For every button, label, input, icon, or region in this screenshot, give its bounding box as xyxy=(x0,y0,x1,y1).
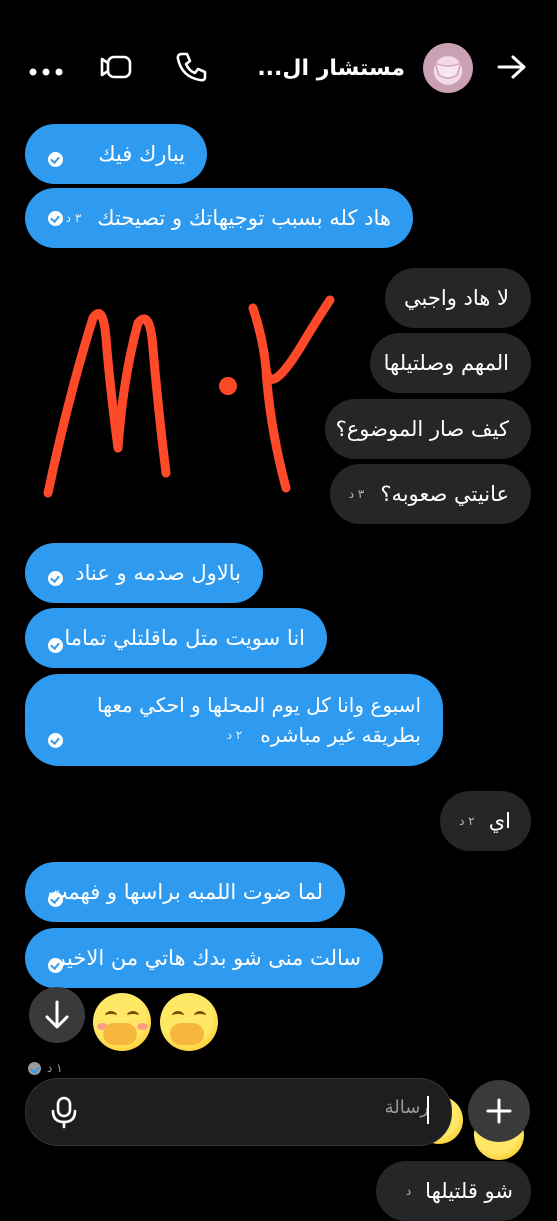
emoji-meta: ١ د xyxy=(28,1061,63,1075)
scroll-to-bottom-button[interactable] xyxy=(29,987,85,1043)
message-text: بالاول صدمه و عناد xyxy=(75,561,241,585)
message-text: لما ضوت اللمبه براسها و فهمت xyxy=(47,880,323,904)
plus-icon xyxy=(486,1098,512,1124)
add-attachment-button[interactable] xyxy=(468,1080,530,1142)
read-check-icon xyxy=(48,958,63,973)
phone-icon[interactable] xyxy=(174,50,208,84)
read-check-icon xyxy=(48,892,63,907)
message-text: شو قلتيلها xyxy=(425,1179,513,1203)
back-arrow-icon[interactable] xyxy=(495,52,529,82)
message-text: سالت منى شو بدك هاتي من الاخير xyxy=(55,946,361,970)
read-check-icon xyxy=(48,571,63,586)
emoji-hand-over-mouth-icon xyxy=(160,993,218,1051)
message-time: ٣ د xyxy=(348,487,365,501)
message-text: اسبوع وانا كل يوم المحلها و احكي معها xyxy=(97,693,421,717)
message-text: يبارك فيك xyxy=(98,142,185,166)
message-received[interactable]: اي ٢ د xyxy=(440,791,531,851)
video-icon[interactable] xyxy=(100,53,136,81)
read-check-icon xyxy=(48,152,63,167)
message-text: بطريقه غير مباشره xyxy=(260,723,421,747)
message-sent[interactable]: لما ضوت اللمبه براسها و فهمت xyxy=(25,862,345,922)
message-text: اي xyxy=(488,809,511,833)
handwritten-annotation xyxy=(43,295,335,498)
read-check-icon xyxy=(28,1061,41,1075)
read-check-icon xyxy=(48,733,63,748)
message-sent[interactable]: سالت منى شو بدك هاتي من الاخير xyxy=(25,928,383,988)
message-composer[interactable]: رسالة xyxy=(25,1078,452,1146)
message-text: عانيتي صعوبه؟ xyxy=(380,482,509,506)
message-text: هاد كله بسبب توجيهاتك و تصيحتك xyxy=(97,206,391,230)
message-time: ١ د xyxy=(47,1061,63,1075)
avatar[interactable] xyxy=(423,43,473,93)
message-time: ٣ د xyxy=(65,211,82,225)
read-check-icon xyxy=(48,211,63,226)
message-time: د xyxy=(405,1184,412,1198)
text-cursor xyxy=(427,1096,429,1124)
message-received[interactable]: كيف صار الموضوع؟ xyxy=(325,399,531,459)
message-text: انا سويت متل ماقلتلي تماما xyxy=(64,626,305,650)
more-icon[interactable] xyxy=(28,62,64,76)
message-received[interactable]: شو قلتيلها د xyxy=(376,1161,531,1221)
chat-title[interactable]: مستشار ال... xyxy=(257,52,405,86)
message-time: ٢ د xyxy=(459,814,475,828)
message-received[interactable]: المهم وصلتيلها xyxy=(370,333,531,393)
message-input[interactable]: رسالة xyxy=(385,1097,429,1118)
message-sent[interactable]: انا سويت متل ماقلتلي تماما xyxy=(25,608,327,668)
read-check-icon xyxy=(48,638,63,653)
arrow-down-icon xyxy=(45,1000,69,1029)
microphone-icon[interactable] xyxy=(46,1094,82,1130)
message-received[interactable]: لا هاد واجبي xyxy=(385,268,531,328)
message-text: لا هاد واجبي xyxy=(404,286,509,310)
message-sent[interactable]: اسبوع وانا كل يوم المحلها و احكي معها بط… xyxy=(25,674,443,766)
message-received[interactable]: عانيتي صعوبه؟ ٣ د xyxy=(330,464,531,524)
message-sent[interactable]: هاد كله بسبب توجيهاتك و تصيحتك ٣ د xyxy=(25,188,413,248)
emoji-hand-over-mouth-icon xyxy=(93,993,151,1051)
message-time: ٢ د xyxy=(226,728,243,742)
message-text: المهم وصلتيلها xyxy=(383,351,509,375)
